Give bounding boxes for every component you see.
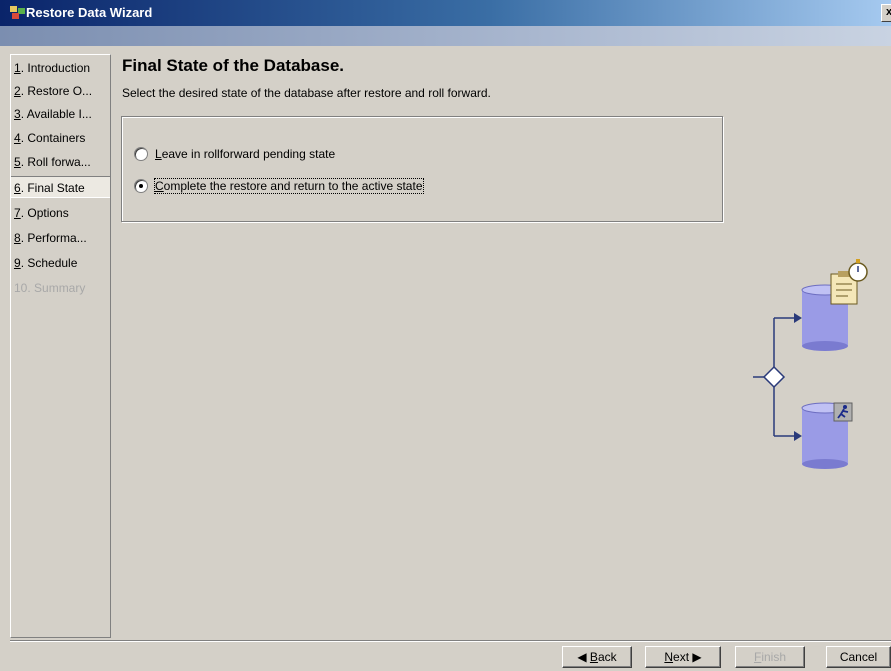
close-button[interactable]: x: [881, 4, 891, 22]
nav-step-restore-objects[interactable]: 2. Restore O...: [11, 80, 110, 102]
nav-step-summary: 10. Summary: [14, 281, 86, 295]
restore-flow-illustration: [753, 259, 868, 469]
wizard-steps-nav: 1. Introduction 2. Restore O... 3. Avail…: [10, 54, 111, 638]
cancel-button[interactable]: Cancel: [826, 646, 891, 668]
leave-pending-label[interactable]: Leave in rollforward pending state: [155, 147, 335, 161]
complete-restore-radio[interactable]: [134, 179, 148, 193]
nav-step-roll-forward[interactable]: 5. Roll forwa...: [11, 151, 110, 173]
title-band: [0, 26, 891, 46]
nav-step-performance[interactable]: 8. Performa...: [11, 227, 110, 249]
final-state-options-group: Leave in rollforward pending state Compl…: [121, 116, 723, 222]
complete-restore-label[interactable]: Complete the restore and return to the a…: [154, 178, 424, 194]
nav-step-introduction[interactable]: 1. Introduction: [11, 57, 110, 79]
page-subtitle: Select the desired state of the database…: [122, 86, 491, 100]
nav-step-schedule[interactable]: 9. Schedule: [11, 252, 110, 274]
page-title: Final State of the Database.: [122, 56, 344, 75]
next-button[interactable]: Next ▶: [645, 646, 721, 668]
nav-step-options[interactable]: 7. Options: [11, 202, 110, 224]
back-button[interactable]: ◀ Back: [562, 646, 632, 668]
window-title: Restore Data Wizard: [26, 5, 153, 20]
running-man-icon: [833, 402, 853, 422]
leave-pending-radio[interactable]: [134, 147, 148, 161]
arrow-head-bottom: [794, 431, 802, 441]
title-bar: Restore Data Wizard x: [0, 0, 891, 26]
finish-button: Finish: [735, 646, 805, 668]
nav-step-containers[interactable]: 4. Containers: [11, 127, 110, 149]
button-bar-separator: [10, 640, 891, 642]
decision-diamond-icon: [762, 365, 786, 389]
arrow-head-top: [794, 313, 802, 323]
nav-step-final-state[interactable]: 6. Final State: [11, 176, 110, 198]
app-icon: [10, 6, 25, 19]
stopwatch-icon: [848, 259, 868, 282]
leave-pending-option[interactable]: Leave in rollforward pending state: [134, 147, 335, 161]
nav-step-available-images[interactable]: 3. Available I...: [11, 103, 110, 125]
complete-restore-option[interactable]: Complete the restore and return to the a…: [134, 178, 424, 194]
